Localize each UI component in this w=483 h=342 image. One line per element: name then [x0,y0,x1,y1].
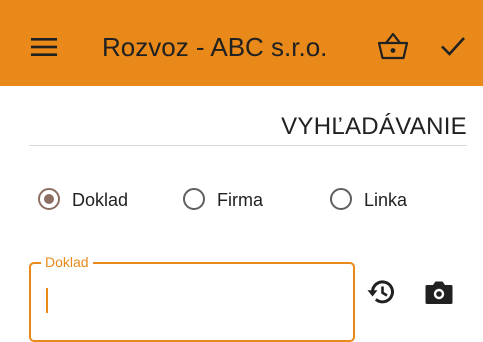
basket-button[interactable] [377,31,409,61]
camera-icon [425,281,453,304]
text-caret [46,288,48,313]
app-title: Rozvoz - ABC s.r.o. [102,32,328,62]
radio-firma-indicator [183,188,205,210]
doklad-field: Doklad [29,253,355,342]
camera-button[interactable] [424,278,454,306]
radio-doklad[interactable]: Doklad [38,186,138,216]
history-icon [367,280,394,304]
radio-linka-indicator [330,188,352,210]
menu-icon [31,38,57,56]
radio-linka-label: Linka [364,190,408,210]
history-button[interactable] [366,277,396,307]
confirm-button[interactable] [440,34,466,58]
radio-firma[interactable]: Firma [183,186,273,216]
check-icon [441,37,465,56]
radio-doklad-label: Doklad [72,190,129,210]
app-bar: Rozvoz - ABC s.r.o. [0,0,483,86]
doklad-input[interactable] [45,282,335,316]
menu-button[interactable] [31,38,57,56]
doklad-field-label: Doklad [41,253,93,271]
radio-linka[interactable]: Linka [330,186,420,216]
section-divider [29,145,467,146]
basket-icon [377,32,409,60]
section-title: VYHĽADÁVANIE [281,113,467,140]
radio-doklad-indicator [38,188,60,210]
radio-firma-label: Firma [217,190,263,210]
